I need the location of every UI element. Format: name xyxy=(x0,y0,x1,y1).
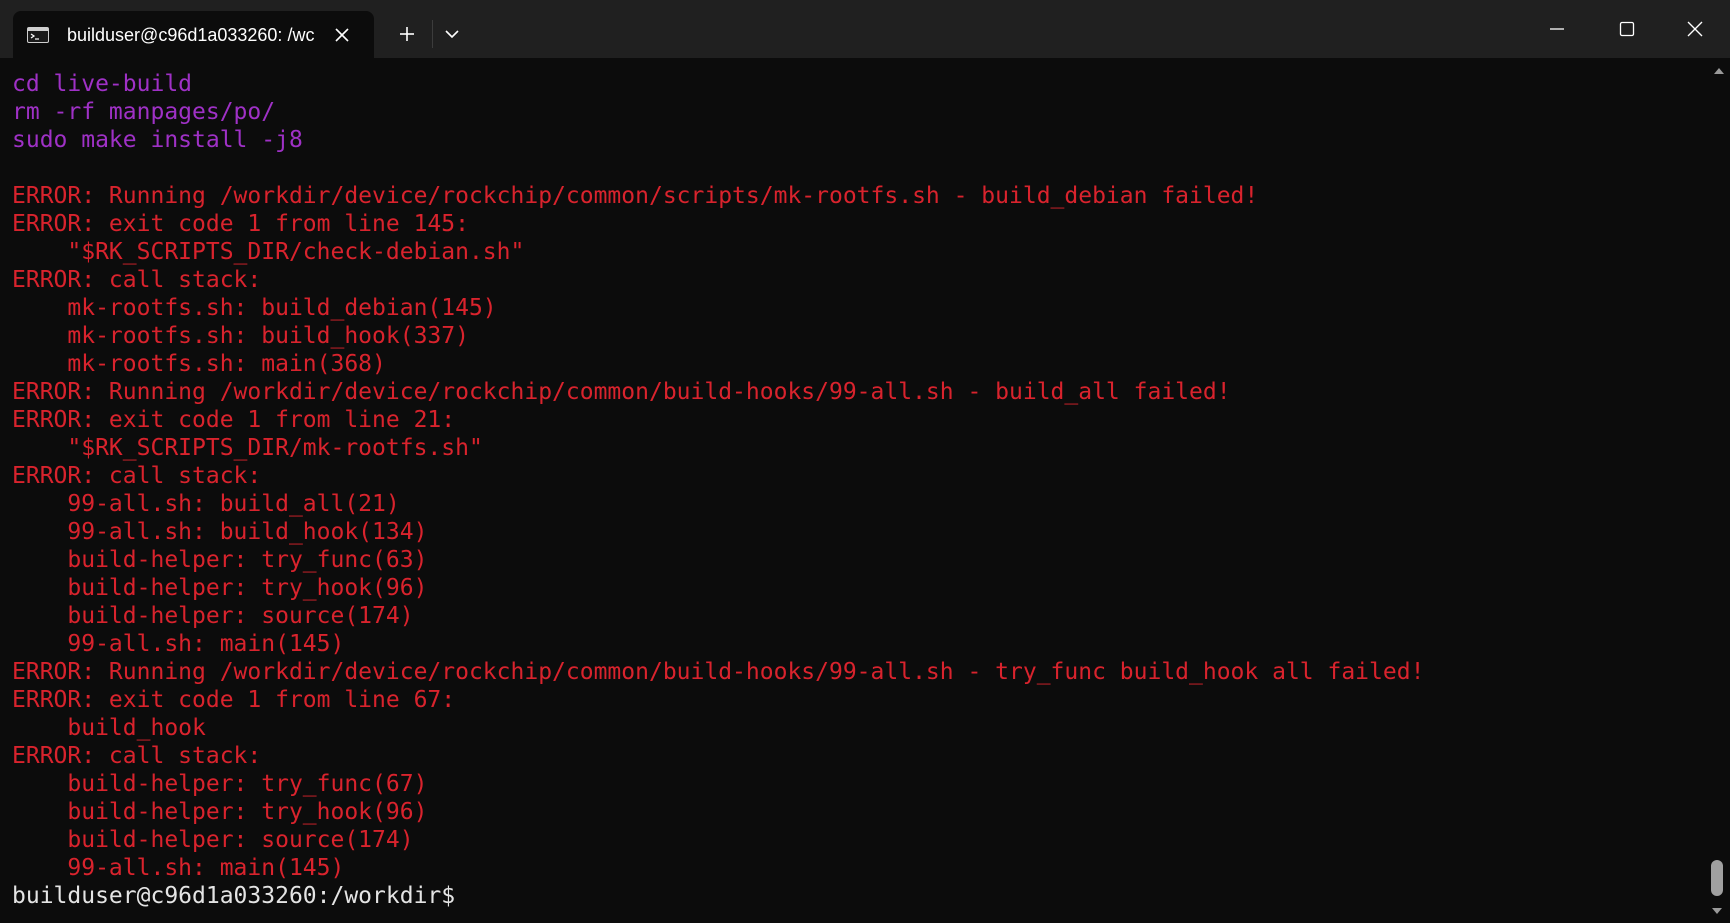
close-icon xyxy=(335,28,349,42)
maximize-button[interactable] xyxy=(1592,0,1662,58)
terminal-line: build-helper: try_hook(96) xyxy=(12,799,428,825)
terminal-line: "$RK_SCRIPTS_DIR/mk-rootfs.sh" xyxy=(12,435,483,461)
close-tab-button[interactable] xyxy=(329,23,355,47)
terminal-line: build-helper: source(174) xyxy=(12,827,414,853)
maximize-icon xyxy=(1619,21,1635,37)
chevron-down-icon xyxy=(445,30,459,39)
terminal-line: mk-rootfs.sh: main(368) xyxy=(12,351,386,377)
terminal-line: ERROR: call stack: xyxy=(12,743,262,769)
tab-title: builduser@c96d1a033260: /wc xyxy=(67,25,315,45)
terminal-line: ERROR: exit code 1 from line 21: xyxy=(12,407,456,433)
terminal-line: sudo make install -j8 xyxy=(12,127,303,153)
vertical-scrollbar[interactable] xyxy=(1708,58,1730,923)
terminal-line: build_hook xyxy=(12,715,206,741)
terminal-line: mk-rootfs.sh: build_debian(145) xyxy=(12,295,497,321)
terminal-line: ERROR: exit code 1 from line 67: xyxy=(12,687,456,713)
terminal-line: ERROR: Running /workdir/device/rockchip/… xyxy=(12,659,1425,685)
terminal-line: "$RK_SCRIPTS_DIR/check-debian.sh" xyxy=(12,239,525,265)
terminal-line: build-helper: try_func(67) xyxy=(12,771,428,797)
tab-terminal[interactable]: builduser@c96d1a033260: /wc xyxy=(13,11,374,58)
terminal-line: ERROR: exit code 1 from line 145: xyxy=(12,211,469,237)
close-icon xyxy=(1687,21,1703,37)
tab-separator xyxy=(432,20,433,48)
terminal-line: build-helper: try_func(63) xyxy=(12,547,428,573)
minimize-icon xyxy=(1550,28,1564,30)
terminal-line: mk-rootfs.sh: build_hook(337) xyxy=(12,323,469,349)
scroll-up-arrow-icon[interactable] xyxy=(1713,66,1725,76)
terminal-line: ERROR: Running /workdir/device/rockchip/… xyxy=(12,379,1231,405)
terminal-line: 99-all.sh: build_hook(134) xyxy=(12,519,428,545)
new-tab-button[interactable] xyxy=(390,18,424,50)
terminal-line: build-helper: try_hook(96) xyxy=(12,575,428,601)
terminal-line: 99-all.sh: main(145) xyxy=(12,855,345,881)
terminal-line: cd live-build xyxy=(12,71,193,97)
terminal-line: 99-all.sh: main(145) xyxy=(12,631,345,657)
terminal-line: rm -rf manpages/po/ xyxy=(12,99,276,125)
close-window-button[interactable] xyxy=(1660,0,1730,58)
terminal-window: builduser@c96d1a033260: /wc cd live-buil… xyxy=(0,0,1730,923)
scroll-down-arrow-icon[interactable] xyxy=(1711,906,1723,916)
minimize-button[interactable] xyxy=(1522,0,1592,58)
scrollbar-thumb[interactable] xyxy=(1711,860,1723,896)
title-bar[interactable]: builduser@c96d1a033260: /wc xyxy=(0,0,1730,58)
terminal-line: ERROR: Running /workdir/device/rockchip/… xyxy=(12,183,1259,209)
plus-icon xyxy=(400,27,414,41)
terminal-icon xyxy=(27,27,49,43)
terminal-line: 99-all.sh: build_all(21) xyxy=(12,491,400,517)
terminal-line: build-helper: source(174) xyxy=(12,603,414,629)
shell-prompt: builduser@c96d1a033260:/workdir$ xyxy=(12,883,456,909)
terminal-output[interactable]: cd live-build rm -rf manpages/po/sudo mak… xyxy=(0,58,1708,923)
terminal-line: ERROR: call stack: xyxy=(12,267,262,293)
terminal-line: ERROR: call stack: xyxy=(12,463,262,489)
tab-dropdown-button[interactable] xyxy=(436,18,468,50)
